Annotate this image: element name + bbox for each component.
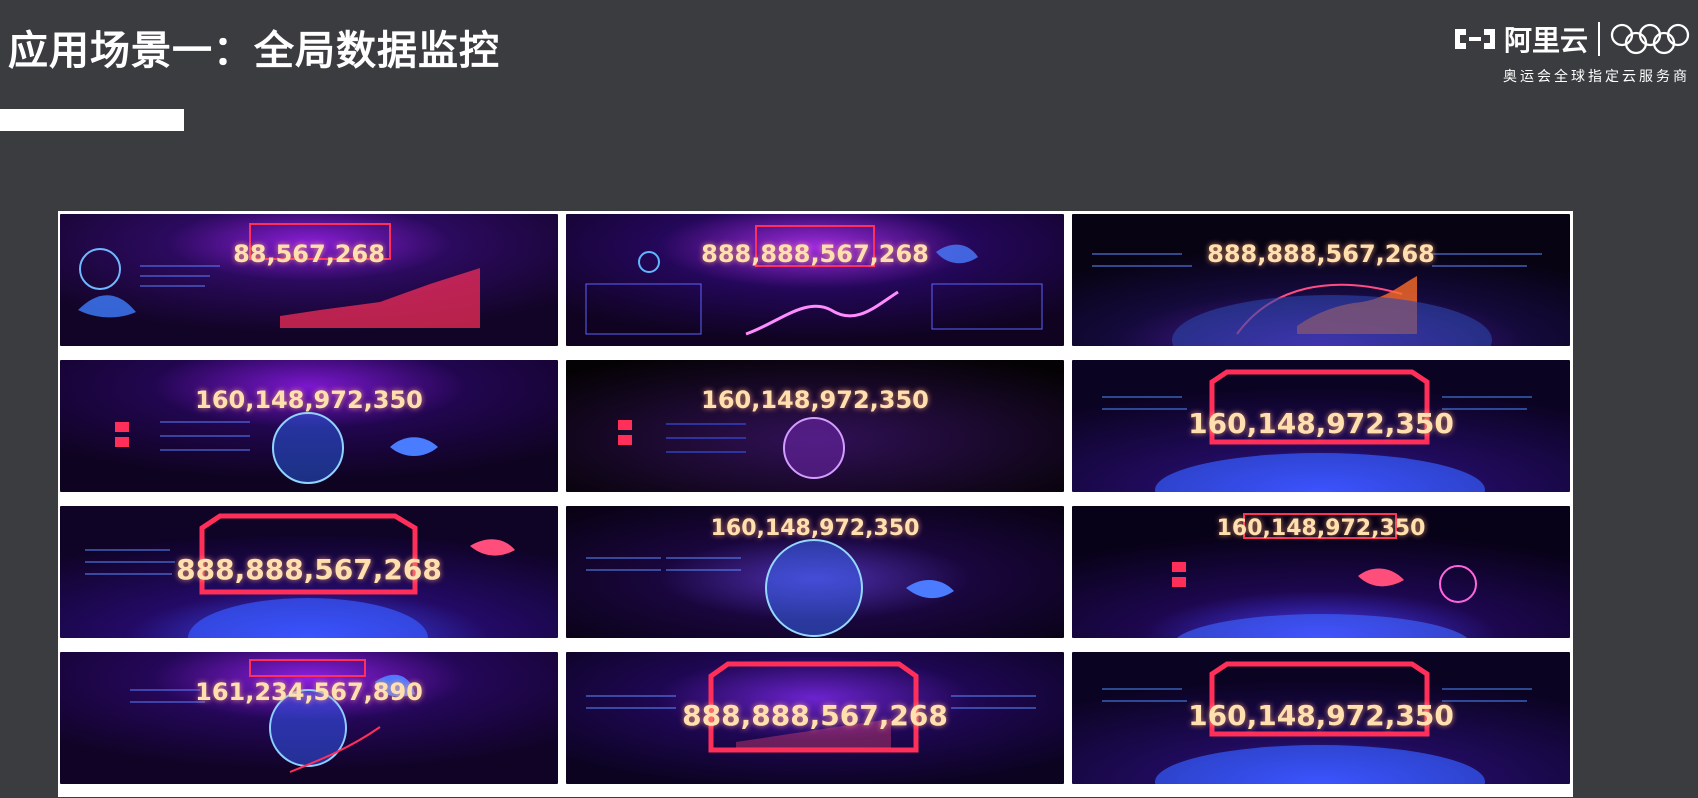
dashboard-thumbnail-2: 888,888,567,268 [566, 214, 1064, 346]
panel-value: 161,234,567,890 [195, 678, 423, 706]
dashboard-thumbnail-3: 888,888,567,268 [1072, 214, 1570, 346]
panel-value: 160,148,972,350 [1216, 516, 1426, 541]
dashboard-thumbnail-9: 160,148,972,350 [1072, 506, 1570, 638]
panel-value: 888,888,567,268 [1207, 240, 1435, 268]
dashboard-thumbnail-5: 160,148,972,350 [566, 360, 1064, 492]
slide-title: 应用场景一：全局数据监控 [8, 28, 500, 74]
dashboard-thumbnail-8: 160,148,972,350 [566, 506, 1064, 638]
dashboard-art [60, 652, 558, 784]
dashboard-thumbnail-12: 160,148,972,350 [1072, 652, 1570, 784]
panel-value: 888,888,567,268 [682, 699, 948, 732]
panel-value: 888,888,567,268 [701, 240, 929, 268]
brand-tagline: 奥运会全球指定云服务商 [1503, 69, 1690, 85]
dashboard-art [60, 214, 558, 346]
dashboard-art [60, 360, 558, 492]
dashboard-thumbnail-10: 161,234,567,890 [60, 652, 558, 784]
panel-value: 160,148,972,350 [710, 516, 920, 541]
brand-separator [1598, 22, 1600, 56]
panel-value: 160,148,972,350 [701, 386, 929, 414]
aliyun-logo-icon [1454, 29, 1495, 49]
dashboard-thumbnail-6: 160,148,972,350 [1072, 360, 1570, 492]
dashboard-art [566, 360, 1064, 492]
dashboard-thumbnail-7: 888,888,567,268 [60, 506, 558, 638]
brand-name: 阿里云 [1503, 24, 1588, 57]
panel-value: 160,148,972,350 [1188, 699, 1454, 732]
dashboard-mosaic: 88,567,268 888,888,567,268 888,888,567,2… [58, 211, 1573, 797]
dashboard-thumbnail-11: 888,888,567,268 [566, 652, 1064, 784]
panel-value: 888,888,567,268 [176, 553, 442, 586]
title-underline [0, 109, 184, 131]
panel-value: 88,567,268 [233, 240, 385, 268]
dashboard-art [1072, 214, 1570, 346]
dashboard-thumbnail-1: 88,567,268 [60, 214, 558, 346]
panel-value: 160,148,972,350 [1188, 407, 1454, 440]
dashboard-art [566, 214, 1064, 346]
panel-value: 160,148,972,350 [195, 386, 423, 414]
brand-logo-block: 阿里云 奥运会全球指定云服务商 [1450, 18, 1690, 88]
dashboard-thumbnail-4: 160,148,972,350 [60, 360, 558, 492]
olympic-rings-icon [1610, 23, 1690, 55]
